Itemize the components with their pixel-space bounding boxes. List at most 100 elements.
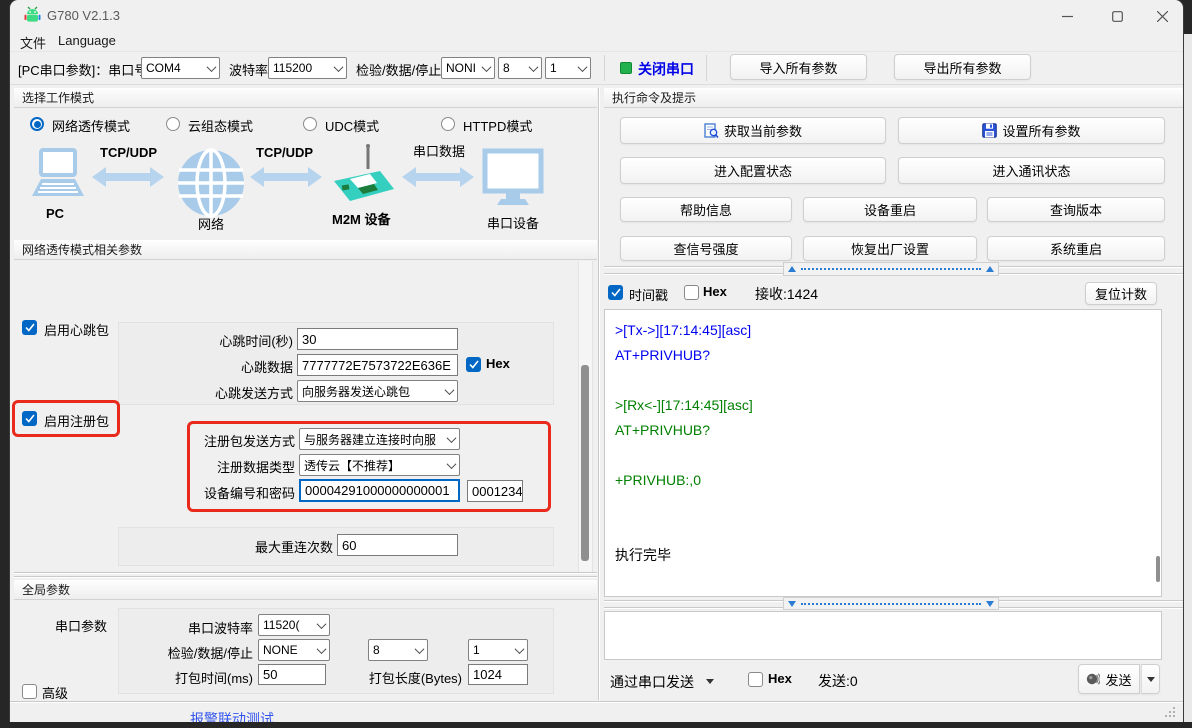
reset-count-button[interactable]: 复位计数 (1085, 282, 1157, 305)
device-id-input[interactable]: 00004291000000000001 (299, 479, 460, 502)
hb-hex-checkbox[interactable] (466, 357, 481, 372)
radio-cloud-scada[interactable] (166, 117, 180, 131)
work-mode-header: 选择工作模式 (14, 88, 597, 108)
databits-combo[interactable]: 8 (498, 57, 542, 79)
hb-time-input[interactable]: 30 (297, 328, 458, 350)
log-splitter-handle[interactable] (783, 262, 999, 276)
close-serial-button[interactable]: 关闭串口 (638, 59, 694, 79)
collapse-down-icon (986, 601, 994, 607)
toolbar-separator (604, 55, 605, 81)
send-options-caret-button[interactable] (1141, 664, 1160, 694)
log-line: 执行完毕 (615, 543, 1151, 568)
log-line (615, 368, 1151, 393)
stopbits-value: 1 (550, 61, 557, 75)
parity-combo[interactable]: NONI (441, 57, 495, 79)
menu-language[interactable]: Language (54, 32, 120, 49)
set-params-button[interactable]: 设置所有参数 (898, 117, 1165, 144)
device-password-input[interactable]: 0001234 (467, 480, 523, 502)
log-line: >[Tx->][17:14:45][asc] (615, 318, 1151, 343)
diagram-tcp1-label: TCP/UDP (100, 145, 157, 160)
minimize-button[interactable] (1052, 5, 1082, 27)
bottom-divider (10, 701, 1183, 703)
enter-config-button[interactable]: 进入配置状态 (620, 157, 886, 184)
com-port-combo[interactable]: COM4 (141, 57, 220, 79)
pc-laptop-icon (28, 148, 86, 204)
sent-count: 发送:0 (818, 671, 858, 691)
send-via-dropdown[interactable]: 通过串口发送 (610, 672, 694, 692)
arrow-net-m2m-icon (250, 165, 322, 189)
chevron-down-icon (334, 62, 344, 72)
reconnect-input[interactable]: 60 (337, 534, 458, 556)
stopbits-combo[interactable]: 1 (545, 57, 591, 79)
send-splitter-handle[interactable] (783, 597, 999, 610)
hb-data-input[interactable]: 7777772E7573722E636E (297, 354, 458, 376)
log-output-area[interactable]: >[Tx->][17:14:45][asc] AT+PRIVHUB? >[Rx<… (604, 309, 1162, 597)
resize-grip[interactable] (1164, 706, 1176, 718)
diagram-serial-data-label: 串口数据 (413, 141, 465, 160)
arrow-left-net-icon (92, 165, 164, 189)
export-params-button[interactable]: 导出所有参数 (894, 54, 1031, 80)
send-button[interactable]: 发送 (1078, 664, 1140, 694)
send-input-area[interactable] (604, 611, 1162, 660)
get-params-button[interactable]: 获取当前参数 (620, 117, 886, 144)
close-button[interactable] (1147, 5, 1177, 27)
chevron-down-icon (515, 644, 525, 654)
g-databits-combo[interactable]: 8 (368, 639, 428, 661)
diagram-tcp2-label: TCP/UDP (256, 145, 313, 160)
send-via-caret-icon[interactable] (706, 679, 714, 684)
enter-comm-button[interactable]: 进入通讯状态 (898, 157, 1165, 184)
register-enable-checkbox[interactable] (22, 411, 37, 426)
heartbeat-enable-checkbox[interactable] (22, 320, 37, 335)
radio-udc-mode[interactable] (303, 117, 317, 131)
diagram-net-label: 网络 (198, 214, 224, 233)
maximize-icon (1112, 11, 1123, 22)
send-button-label: 发送 (1105, 670, 1131, 689)
system-reboot-button[interactable]: 系统重启 (987, 236, 1165, 261)
g-stopbits-combo[interactable]: 1 (468, 639, 528, 661)
import-params-button[interactable]: 导入所有参数 (730, 54, 867, 80)
doc-search-icon (704, 123, 719, 139)
hb-mode-combo[interactable]: 向服务器发送心跳包 (297, 380, 458, 402)
chevron-down-icon (317, 619, 327, 629)
pack-time-input[interactable]: 50 (258, 664, 326, 685)
databits-value: 8 (503, 61, 510, 75)
screen: G780 V2.1.3 文件 Language [PC串口参数]：串口号 COM… (0, 0, 1192, 728)
maximize-button[interactable] (1102, 5, 1132, 27)
g-baud-combo[interactable]: 11520( (258, 614, 330, 636)
set-params-label: 设置所有参数 (1002, 121, 1080, 140)
factory-reset-button[interactable]: 恢复出厂设置 (803, 236, 977, 261)
g-databits-value: 8 (373, 643, 380, 657)
splitter-dots (801, 603, 981, 605)
hb-time-label: 心跳时间(秒) (160, 331, 293, 350)
menu-file[interactable]: 文件 (16, 32, 50, 53)
g-parity-combo[interactable]: NONE (258, 639, 330, 661)
device-restart-button[interactable]: 设备重启 (803, 197, 977, 222)
collapse-up-icon (986, 266, 994, 272)
query-signal-button[interactable]: 查信号强度 (620, 236, 792, 261)
left-panel-scrollbar[interactable] (578, 261, 593, 573)
hb-hex-label: Hex (486, 356, 510, 371)
hb-data-label: 心跳数据 (160, 357, 293, 376)
log-scrollbar-thumb[interactable] (1156, 556, 1160, 582)
hb-mode-value: 向服务器发送心跳包 (302, 383, 410, 400)
chevron-down-icon (578, 62, 588, 72)
left-panel-scrollbar-thumb[interactable] (581, 365, 589, 561)
send-hex-checkbox[interactable] (748, 672, 763, 687)
baud-combo[interactable]: 115200 (268, 57, 347, 79)
chevron-down-icon (445, 385, 455, 395)
log-line: +PRIVHUB:,0 (615, 468, 1151, 493)
help-info-button[interactable]: 帮助信息 (620, 197, 792, 222)
radio-net-transparent[interactable] (30, 117, 44, 131)
advanced-checkbox[interactable] (22, 684, 37, 699)
log-line (615, 443, 1151, 468)
pack-len-input[interactable]: 1024 (468, 664, 528, 685)
log-hex-checkbox[interactable] (684, 285, 699, 300)
device-id-label: 设备编号和密码 (195, 483, 295, 502)
reg-type-combo[interactable]: 透传云【不推荐】 (299, 454, 460, 476)
log-line: AT+PRIVHUB? (615, 343, 1151, 368)
radio-httpd-mode[interactable] (441, 117, 455, 131)
reg-mode-combo[interactable]: 与服务器建立连接时向服 (299, 428, 460, 450)
serial-device-monitor-icon (482, 148, 544, 206)
timestamp-checkbox[interactable] (608, 285, 623, 300)
query-version-button[interactable]: 查询版本 (987, 197, 1165, 222)
